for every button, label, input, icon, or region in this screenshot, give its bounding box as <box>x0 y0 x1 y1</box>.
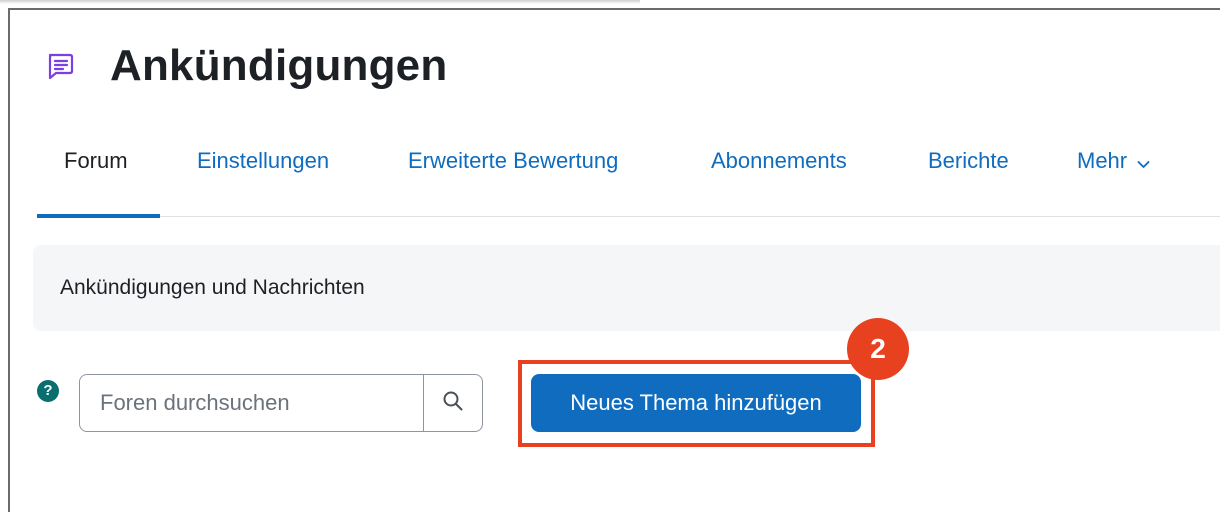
secondary-navigation: Forum Einstellungen Erweiterte Bewertung… <box>37 128 1220 218</box>
forum-intro-box: Ankündigungen und Nachrichten <box>33 245 1220 331</box>
search-input[interactable] <box>80 375 423 431</box>
tab-label: Mehr <box>1077 148 1128 173</box>
tab-einstellungen[interactable]: Einstellungen <box>197 148 329 174</box>
page-header: Ankündigungen <box>44 36 447 96</box>
tab-label: Erweiterte Bewertung <box>408 148 619 173</box>
tab-berichte[interactable]: Berichte <box>928 148 1009 174</box>
chevron-down-icon <box>1137 149 1150 175</box>
tab-label: Abonnements <box>711 148 847 173</box>
screenshot-frame: Ankündigungen Forum Einstellungen Erweit… <box>0 0 1220 512</box>
forum-search <box>79 374 483 432</box>
tab-label: Berichte <box>928 148 1009 173</box>
top-shadow <box>0 0 640 4</box>
help-icon[interactable]: ? <box>37 380 59 402</box>
tab-forum[interactable]: Forum <box>64 148 128 174</box>
forum-chat-icon <box>44 50 76 82</box>
forum-intro-text: Ankündigungen und Nachrichten <box>60 276 365 299</box>
search-icon <box>442 390 464 417</box>
step-number-badge: 2 <box>847 318 909 380</box>
page-title: Ankündigungen <box>110 41 448 90</box>
tab-mehr[interactable]: Mehr <box>1077 148 1150 175</box>
tab-abonnements[interactable]: Abonnements <box>711 148 847 174</box>
search-button[interactable] <box>423 375 482 431</box>
add-new-topic-button[interactable]: Neues Thema hinzufügen <box>531 374 861 432</box>
tab-erweiterte-bewertung[interactable]: Erweiterte Bewertung <box>408 148 618 174</box>
tab-label: Forum <box>64 148 128 173</box>
active-tab-indicator <box>37 214 160 218</box>
tab-label: Einstellungen <box>197 148 330 173</box>
